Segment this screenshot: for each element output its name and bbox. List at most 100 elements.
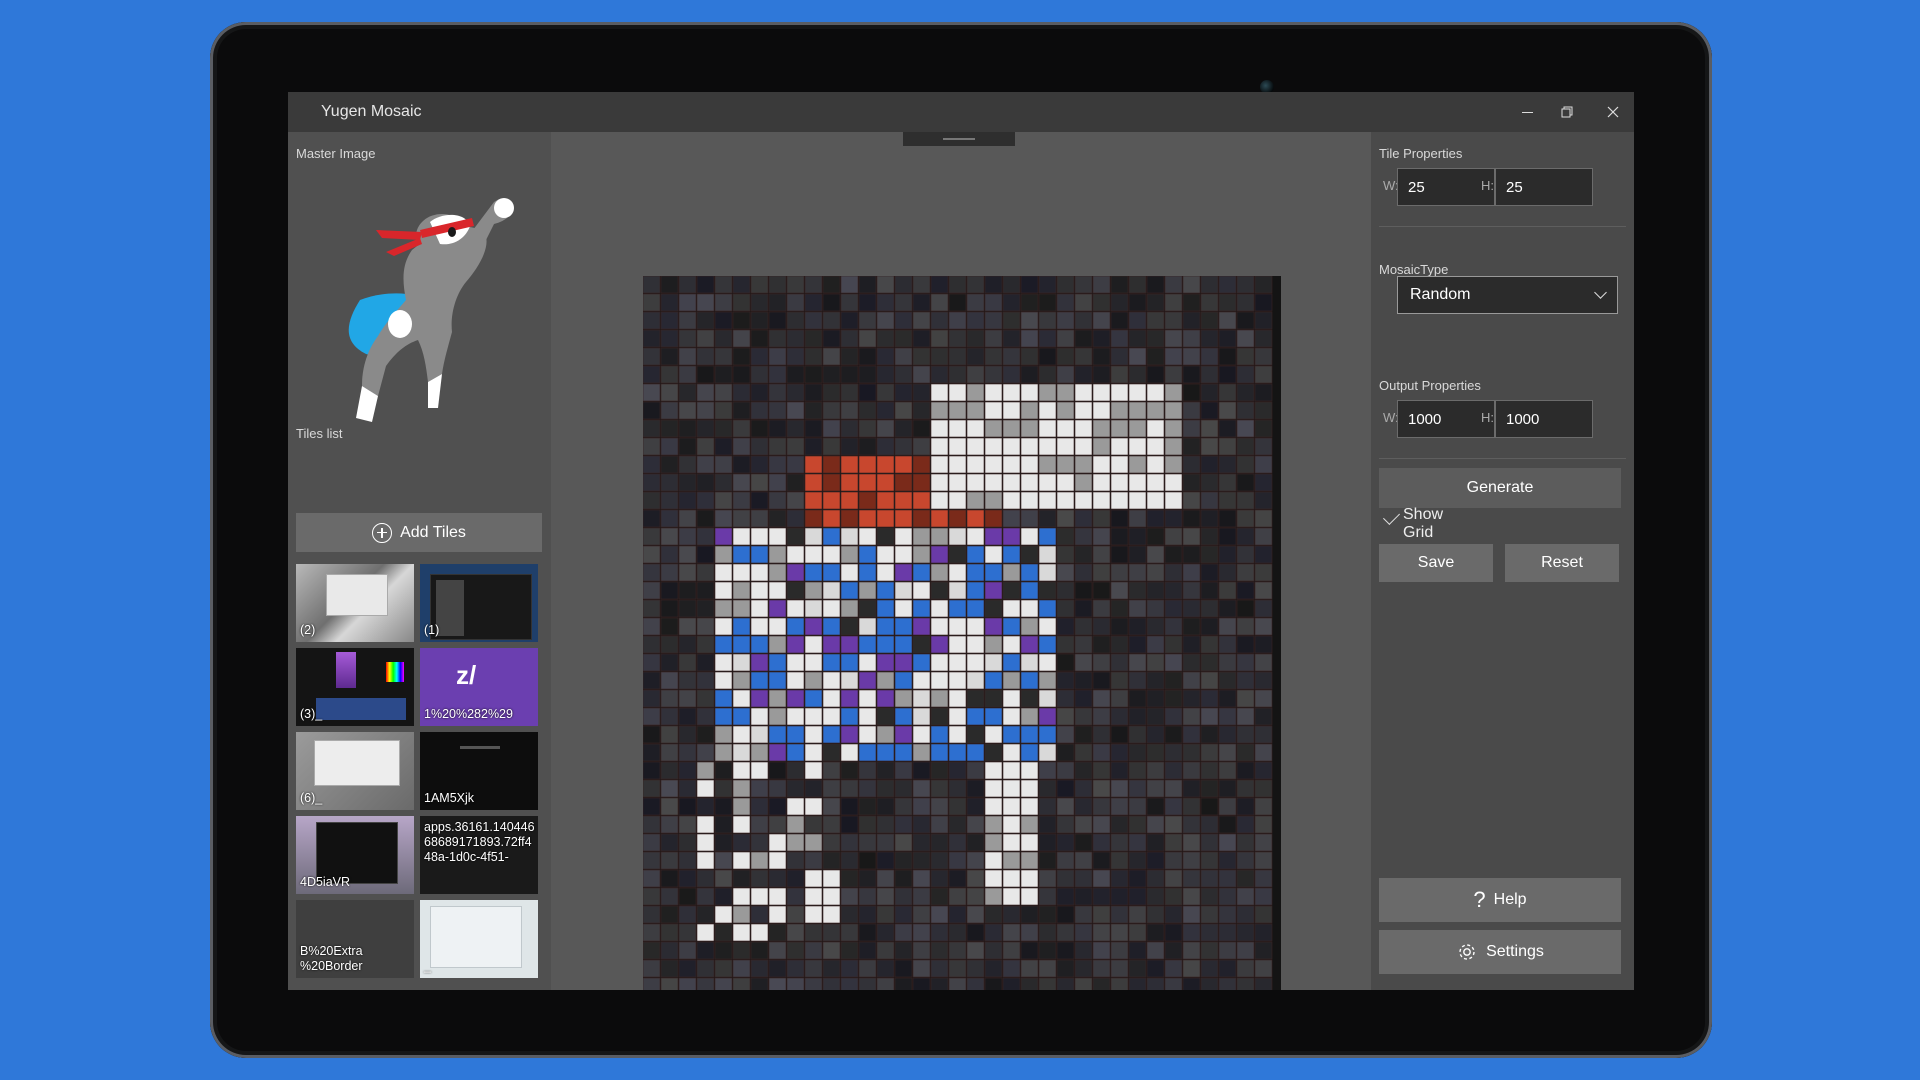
mosaic-tile <box>1128 815 1147 834</box>
mosaic-tile <box>1182 689 1201 708</box>
mosaic-tile <box>1146 959 1165 978</box>
mosaic-tile <box>1038 959 1057 978</box>
mosaic-tile <box>822 419 841 438</box>
mosaic-tile <box>1074 959 1093 978</box>
mosaic-tile <box>822 671 841 690</box>
mosaic-tile <box>1092 599 1111 618</box>
mosaic-tile <box>894 329 913 348</box>
mosaic-tile <box>714 977 733 990</box>
tile-item[interactable]: 1AM5Xjk <box>420 732 538 810</box>
mosaic-tile <box>750 365 769 384</box>
mosaic-tile <box>1218 455 1237 474</box>
mosaic-tile <box>1038 815 1057 834</box>
tile-item[interactable]: (6)_ <box>296 732 414 810</box>
mosaic-tile <box>948 689 967 708</box>
mosaic-tile <box>714 545 733 564</box>
mosaic-tile <box>768 527 787 546</box>
mosaic-tile <box>750 959 769 978</box>
mosaic-preview[interactable] <box>643 276 1281 990</box>
generate-button[interactable]: Generate <box>1379 468 1621 508</box>
mosaic-tile <box>786 743 805 762</box>
mosaic-tile <box>1002 869 1021 888</box>
minimize-button[interactable] <box>1514 100 1540 124</box>
mosaic-tile <box>1074 365 1093 384</box>
tile-item[interactable]: z/ 1%20%282%29 <box>420 648 538 726</box>
reset-button[interactable]: Reset <box>1505 544 1619 582</box>
master-image[interactable] <box>316 182 516 422</box>
mosaic-tile <box>678 977 697 990</box>
mosaic-tile <box>1020 797 1039 816</box>
mosaic-tile <box>1056 707 1075 726</box>
mosaic-tile <box>912 599 931 618</box>
mosaic-tile <box>1038 599 1057 618</box>
tile-item[interactable]: (1) <box>420 564 538 642</box>
mosaic-tile <box>984 365 1003 384</box>
mosaic-tile <box>930 473 949 492</box>
mosaic-tile <box>822 545 841 564</box>
mosaic-tile <box>1110 437 1129 456</box>
mosaic-tile <box>1002 599 1021 618</box>
mosaic-tile <box>1254 401 1273 420</box>
tile-item[interactable]: B%20Extra %20Border <box>296 900 414 978</box>
mosaic-tile <box>930 959 949 978</box>
mosaic-tile <box>1128 887 1147 906</box>
mosaic-tile <box>894 276 913 294</box>
restore-button[interactable] <box>1554 100 1580 124</box>
mosaic-tile <box>660 815 679 834</box>
mosaic-tile <box>1146 491 1165 510</box>
mosaic-tile <box>660 959 679 978</box>
drag-handle[interactable] <box>903 132 1015 146</box>
mosaic-tile <box>858 815 877 834</box>
mosaic-tile <box>930 743 949 762</box>
settings-button[interactable]: Settings <box>1379 930 1621 974</box>
mosaic-tile <box>948 725 967 744</box>
mosaic-tile <box>1128 347 1147 366</box>
mosaic-tile <box>678 383 697 402</box>
mosaic-tile <box>1020 473 1039 492</box>
mosaic-tile <box>948 779 967 798</box>
add-tiles-button[interactable]: Add Tiles <box>296 513 542 552</box>
mosaic-tile <box>984 887 1003 906</box>
mosaic-tile <box>1200 455 1219 474</box>
mosaic-tile <box>678 347 697 366</box>
mosaic-tile <box>984 761 1003 780</box>
mosaic-tile <box>1200 905 1219 924</box>
tile-item[interactable]: (3)_ <box>296 648 414 726</box>
mosaic-tile <box>1146 581 1165 600</box>
mosaic-tile <box>1128 923 1147 942</box>
mosaic-tile <box>696 401 715 420</box>
tile-item[interactable]: _ <box>420 900 538 978</box>
mosaic-tile <box>804 923 823 942</box>
tile-item[interactable]: (2) <box>296 564 414 642</box>
help-button[interactable]: ? Help <box>1379 878 1621 922</box>
mosaic-tile <box>966 599 985 618</box>
tile-item[interactable]: 4D5iaVR <box>296 816 414 894</box>
mosaic-tile <box>930 617 949 636</box>
mosaic-tile <box>876 941 895 960</box>
mosaic-tile <box>1092 707 1111 726</box>
mosaic-tile <box>1254 815 1273 834</box>
mosaic-tile <box>1200 941 1219 960</box>
tile-height-input[interactable] <box>1495 168 1593 206</box>
mosaic-tile <box>966 293 985 312</box>
mosaic-type-dropdown[interactable]: Random <box>1397 276 1618 314</box>
mosaic-tile <box>966 905 985 924</box>
tile-item[interactable]: apps.36161.140446 68689171893.72ff4 48a-… <box>420 816 538 894</box>
mosaic-tile <box>1020 401 1039 420</box>
mosaic-tile <box>1200 311 1219 330</box>
mosaic-tile <box>1074 761 1093 780</box>
mosaic-tile <box>1074 707 1093 726</box>
mosaic-tile <box>1110 383 1129 402</box>
mosaic-tile <box>696 869 715 888</box>
close-button[interactable] <box>1600 100 1626 124</box>
mosaic-tile <box>876 599 895 618</box>
mosaic-tile <box>804 563 823 582</box>
mosaic-tile <box>804 599 823 618</box>
mosaic-tile <box>1056 671 1075 690</box>
save-button[interactable]: Save <box>1379 544 1493 582</box>
mosaic-tile <box>714 293 733 312</box>
mosaic-tile <box>1236 527 1255 546</box>
output-height-input[interactable] <box>1495 400 1593 438</box>
mosaic-tile <box>1056 743 1075 762</box>
mosaic-tile <box>1110 725 1129 744</box>
